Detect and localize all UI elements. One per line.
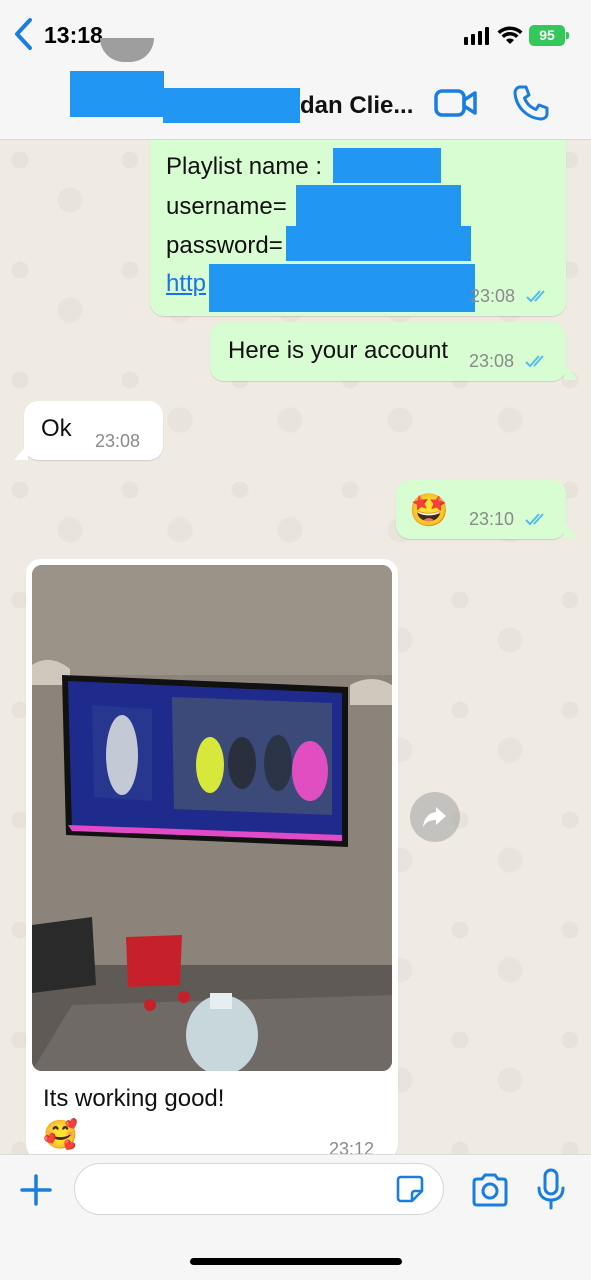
message-line-playlist: Playlist name :	[166, 153, 323, 180]
status-bar: 13:18 95	[0, 0, 591, 70]
message-bubble-incoming[interactable]: Ok 23:08	[24, 401, 163, 460]
message-bubble-outgoing[interactable]: Here is your account 23:08	[210, 322, 566, 381]
plus-icon[interactable]	[18, 1172, 54, 1208]
photo-attachment[interactable]	[32, 565, 392, 1071]
back-icon[interactable]	[8, 14, 44, 54]
message-text: Ok	[41, 415, 72, 442]
photo-image	[32, 565, 392, 1071]
signal-icon	[464, 27, 489, 45]
message-time: 23:08	[469, 351, 515, 371]
message-emoji: 🤩	[409, 492, 449, 528]
sticker-icon[interactable]	[395, 1174, 425, 1204]
redacted-contact-name	[163, 88, 300, 123]
read-receipt-icon	[525, 355, 544, 368]
video-call-icon[interactable]	[434, 87, 478, 119]
message-time: 23:08	[95, 431, 141, 451]
status-time: 13:18	[44, 22, 103, 48]
message-link[interactable]: http	[166, 270, 206, 298]
read-receipt-icon	[525, 513, 544, 526]
message-time: 23:10	[469, 509, 515, 529]
wifi-icon	[497, 26, 523, 44]
redacted-value	[209, 264, 475, 312]
message-bubble-outgoing[interactable]: Playlist name : username= password= http…	[150, 140, 566, 316]
home-indicator	[190, 1258, 402, 1265]
message-input[interactable]	[74, 1163, 444, 1215]
message-emoji: 🥰	[43, 1119, 78, 1150]
battery-icon: 95	[529, 25, 569, 46]
phone-call-icon[interactable]	[512, 84, 550, 122]
redacted-contact-name	[70, 71, 164, 117]
camera-icon[interactable]	[470, 1172, 510, 1208]
redacted-value	[286, 226, 471, 261]
read-receipt-icon	[526, 290, 545, 303]
contact-name[interactable]: dan Clie...	[300, 92, 413, 120]
forward-icon[interactable]	[410, 792, 460, 842]
photo-caption: Its working good!	[43, 1085, 225, 1112]
message-text: Here is your account	[228, 337, 449, 364]
redacted-value	[296, 185, 461, 228]
message-line-password: password=	[166, 232, 283, 259]
microphone-icon[interactable]	[536, 1168, 566, 1210]
message-time: 23:08	[470, 286, 516, 306]
redacted-value	[333, 148, 441, 183]
message-line-username: username=	[166, 193, 287, 220]
message-bubble-outgoing[interactable]: 🤩 23:10	[396, 480, 566, 539]
